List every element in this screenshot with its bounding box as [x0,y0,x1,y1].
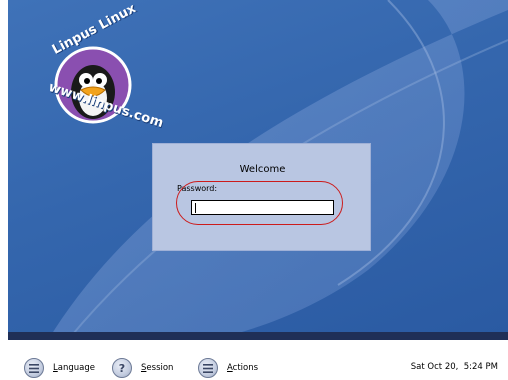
actions-button[interactable]: Actions [198,357,258,379]
clock: Sat Oct 20, 5:24 PM [410,362,498,372]
menu-icon [24,358,44,378]
password-label: Password: [177,184,218,193]
text-cursor [195,203,196,213]
language-label: Language [53,363,95,373]
desktop-bottom-edge [8,332,508,340]
session-button[interactable]: ? Session [112,357,173,379]
svg-text:?: ? [119,362,125,374]
login-dialog: Welcome Password: [152,143,371,251]
password-input[interactable] [191,200,334,215]
dialog-title: Welcome [239,164,286,175]
help-icon: ? [112,358,132,378]
language-button[interactable]: Language [24,357,95,379]
session-label: Session [141,363,174,373]
menu-icon [198,358,218,378]
login-screen: Linpus Linux www.linpus.com Welcome Pass… [0,0,508,380]
bottom-panel: Language ? Session Actions Sat Oct 20, 5… [0,344,508,380]
actions-label: Actions [227,363,259,373]
